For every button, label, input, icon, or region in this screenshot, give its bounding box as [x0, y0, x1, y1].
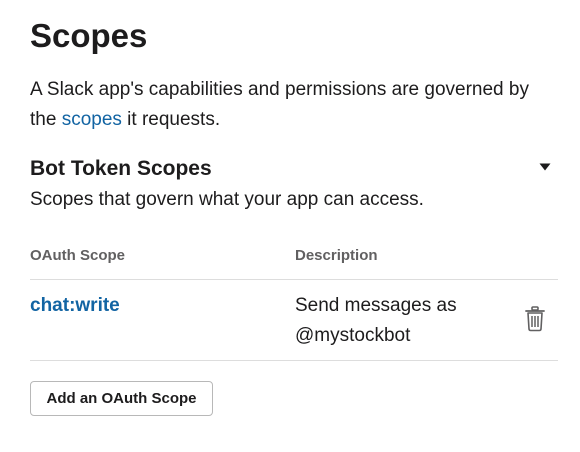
- intro-text-end: it requests.: [121, 109, 221, 130]
- caret-down-icon: [539, 163, 551, 171]
- section-toggle-button[interactable]: [534, 158, 556, 176]
- scope-description: Send messages as @mystockbot: [295, 295, 457, 346]
- scopes-intro-text: A Slack app's capabilities and permissio…: [30, 75, 560, 135]
- bot-token-scopes-heading: Bot Token Scopes: [30, 157, 212, 180]
- column-header-description: Description: [295, 247, 378, 264]
- column-header-oauth-scope: OAuth Scope: [30, 247, 126, 264]
- scopes-link[interactable]: scopes: [62, 109, 122, 130]
- remove-scope-button[interactable]: [524, 305, 546, 333]
- table-divider: [30, 279, 558, 280]
- trash-icon: [525, 306, 545, 332]
- page-title: Scopes: [30, 17, 148, 54]
- add-oauth-scope-button[interactable]: Add an OAuth Scope: [30, 381, 213, 416]
- scope-name-chat-write[interactable]: chat:write: [30, 291, 120, 321]
- bot-token-scopes-description: Scopes that govern what your app can acc…: [30, 189, 424, 210]
- scopes-page: Scopes A Slack app's capabilities and pe…: [0, 0, 580, 452]
- table-divider: [30, 360, 558, 361]
